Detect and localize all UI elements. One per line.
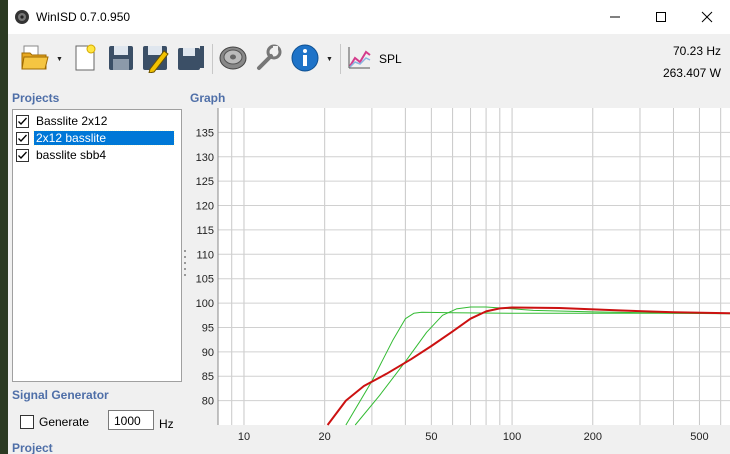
open-dropdown-arrow-icon[interactable]: ▼ xyxy=(56,56,63,63)
power-readout: 263.407 W xyxy=(662,66,721,80)
project-checkbox[interactable] xyxy=(16,131,29,145)
project-item-2x12-basslite[interactable]: 2x12 basslite xyxy=(16,130,175,146)
project-item-basslite-2x12[interactable]: Basslite 2x12 xyxy=(16,113,109,129)
spl-graph-button[interactable] xyxy=(344,40,374,76)
toolbar: ▼ ▼ xyxy=(8,34,730,86)
x-tick-label: 10 xyxy=(238,431,250,443)
y-tick-label: 120 xyxy=(196,201,214,213)
open-project-button[interactable] xyxy=(18,40,52,76)
checkmark-icon xyxy=(18,151,27,159)
y-tick-label: 85 xyxy=(202,371,214,383)
graph-type-label: SPL xyxy=(379,52,402,66)
checkmark-icon xyxy=(18,134,27,142)
project-label: 2x12 basslite xyxy=(33,130,175,146)
frequency-readout: 70.23 Hz xyxy=(672,44,721,58)
save-all-icon xyxy=(178,46,204,70)
folder-icon xyxy=(21,45,49,70)
save-all-button[interactable] xyxy=(174,40,208,76)
minimize-button[interactable] xyxy=(592,0,638,34)
y-tick-label: 95 xyxy=(202,322,214,334)
plot-area xyxy=(218,108,730,425)
close-button[interactable] xyxy=(684,0,730,34)
winisd-app-icon xyxy=(15,10,29,24)
project-label: Basslite 2x12 xyxy=(36,114,108,128)
spl-chart-icon xyxy=(348,47,371,69)
info-dropdown-arrow-icon[interactable]: ▼ xyxy=(326,56,333,63)
projects-list: Basslite 2x12 2x12 basslite basslite sbb… xyxy=(12,109,182,382)
floppy-disk-icon xyxy=(109,46,133,70)
y-tick-label: 105 xyxy=(196,274,214,286)
project-checkbox[interactable] xyxy=(16,114,29,128)
save-as-button[interactable] xyxy=(138,40,172,76)
about-info-button[interactable] xyxy=(288,40,322,76)
generate-checkbox[interactable] xyxy=(20,415,34,429)
spl-graph[interactable]: 80 85 90 95 100 105 110 115 120 125 130 135 10 20 50 10… xyxy=(190,108,730,454)
window-title: WinISD 0.7.0.950 xyxy=(36,10,131,24)
speaker-driver-icon xyxy=(219,46,247,70)
app-window: WinISD 0.7.0.950 ▼ ▼ SPL 70.23 Hz 263.40… xyxy=(8,0,730,454)
project-section-label: Project xyxy=(12,441,53,454)
generate-checkbox-row[interactable]: Generate xyxy=(20,415,89,429)
maximize-icon xyxy=(656,12,666,22)
graph-section-label: Graph xyxy=(190,91,226,105)
x-tick-label: 20 xyxy=(319,431,331,443)
maximize-button[interactable] xyxy=(638,0,684,34)
settings-button[interactable] xyxy=(252,40,286,76)
y-tick-label: 110 xyxy=(196,249,214,261)
y-tick-label: 100 xyxy=(196,298,214,310)
checkmark-icon xyxy=(18,117,27,125)
project-checkbox[interactable] xyxy=(16,148,29,162)
x-tick-label: 100 xyxy=(503,431,521,443)
project-item-basslite-sbb4[interactable]: basslite sbb4 xyxy=(16,147,108,163)
toolbar-separator xyxy=(340,44,341,74)
new-project-button[interactable] xyxy=(68,40,102,76)
y-tick-label: 115 xyxy=(196,225,214,237)
x-tick-label: 50 xyxy=(425,431,437,443)
signal-frequency-unit: Hz xyxy=(159,417,174,431)
y-tick-label: 135 xyxy=(196,127,214,139)
x-tick-label: 200 xyxy=(584,431,602,443)
y-tick-label: 130 xyxy=(196,152,214,164)
wrench-icon xyxy=(257,44,282,70)
driver-editor-button[interactable] xyxy=(216,40,250,76)
x-tick-label: 500 xyxy=(690,431,708,443)
toolbar-separator xyxy=(212,44,213,74)
y-tick-label: 90 xyxy=(202,347,214,359)
close-icon xyxy=(701,11,713,23)
save-button[interactable] xyxy=(104,40,138,76)
minimize-icon xyxy=(610,16,620,18)
info-icon xyxy=(291,44,319,72)
save-as-pencil-icon xyxy=(143,46,169,73)
panel-splitter-grip[interactable] xyxy=(184,248,186,276)
projects-section-label: Projects xyxy=(12,91,60,105)
y-tick-label: 80 xyxy=(202,396,214,408)
generate-label: Generate xyxy=(39,415,90,429)
y-tick-label: 125 xyxy=(196,176,214,188)
signal-frequency-input[interactable]: 1000 xyxy=(108,410,154,430)
signal-generator-section-label: Signal Generator xyxy=(12,388,109,402)
project-label: basslite sbb4 xyxy=(36,148,107,162)
new-document-icon xyxy=(75,44,96,71)
title-bar: WinISD 0.7.0.950 xyxy=(8,0,730,34)
